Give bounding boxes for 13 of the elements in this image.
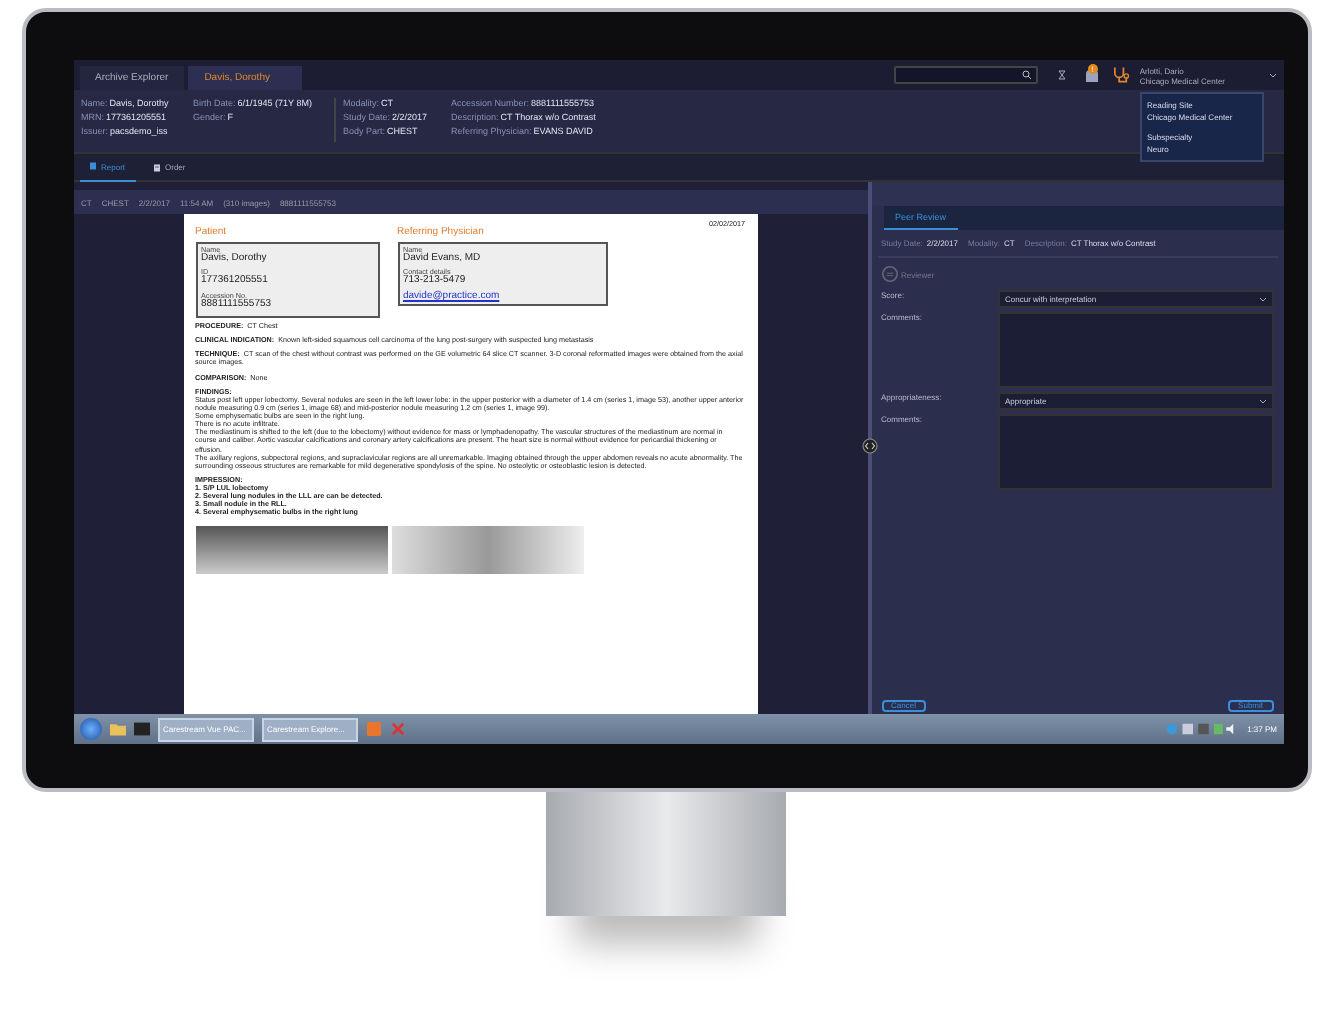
comments-field[interactable] xyxy=(997,312,1273,388)
terminal-icon[interactable] xyxy=(133,722,149,736)
document-icon xyxy=(89,162,95,170)
hourglass-icon[interactable] xyxy=(1057,70,1066,80)
start-button[interactable] xyxy=(79,718,101,740)
search-field[interactable] xyxy=(893,66,1038,84)
search-icon[interactable] xyxy=(1021,70,1032,80)
folder-icon[interactable] xyxy=(109,722,125,736)
clipboard-icon xyxy=(153,163,160,171)
comments-field[interactable] xyxy=(997,414,1273,490)
stethoscope-icon[interactable] xyxy=(1111,65,1132,85)
splitter-handle-icon[interactable] xyxy=(861,438,877,454)
reviewer-icon xyxy=(881,266,897,282)
